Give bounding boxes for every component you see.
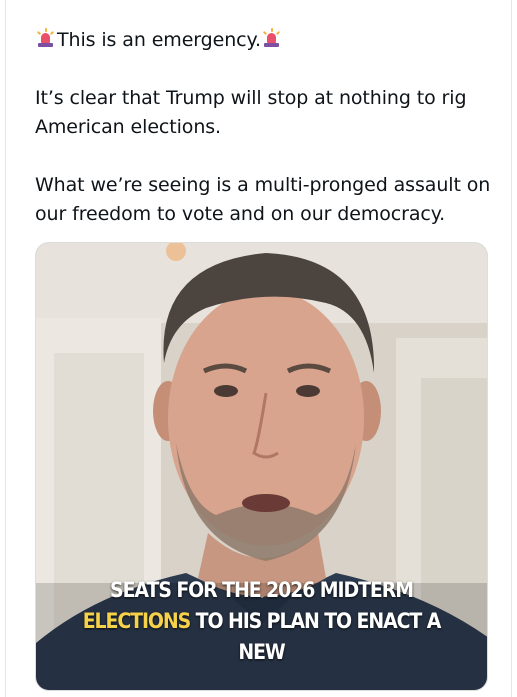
video-player[interactable]: SEATS FOR THE 2026 MIDTERM ELECTIONS TO … xyxy=(35,242,488,691)
police-car-light-icon xyxy=(36,28,55,48)
police-car-light-icon xyxy=(262,28,281,48)
post-text: This is an emergency. It’s clear that Tr… xyxy=(35,26,495,229)
caption-highlight: ELECTIONS xyxy=(82,609,192,633)
headline-text: This is an emergency. xyxy=(57,29,261,51)
post-paragraph-1: It’s clear that Trump will stop at nothi… xyxy=(35,87,467,138)
post-card: This is an emergency. It’s clear that Tr… xyxy=(5,0,512,697)
post-paragraph-2: What we’re seeing is a multi-pronged ass… xyxy=(35,174,491,225)
caption-line-2-rest: TO HIS PLAN TO ENACT A NEW xyxy=(190,609,442,664)
caption-line-1: SEATS FOR THE 2026 MIDTERM xyxy=(110,578,414,602)
headline-line: This is an emergency. xyxy=(35,26,495,55)
caption-line-2: ELECTIONS TO HIS PLAN TO ENACT A NEW xyxy=(59,606,465,668)
video-caption: SEATS FOR THE 2026 MIDTERM ELECTIONS TO … xyxy=(59,575,465,668)
